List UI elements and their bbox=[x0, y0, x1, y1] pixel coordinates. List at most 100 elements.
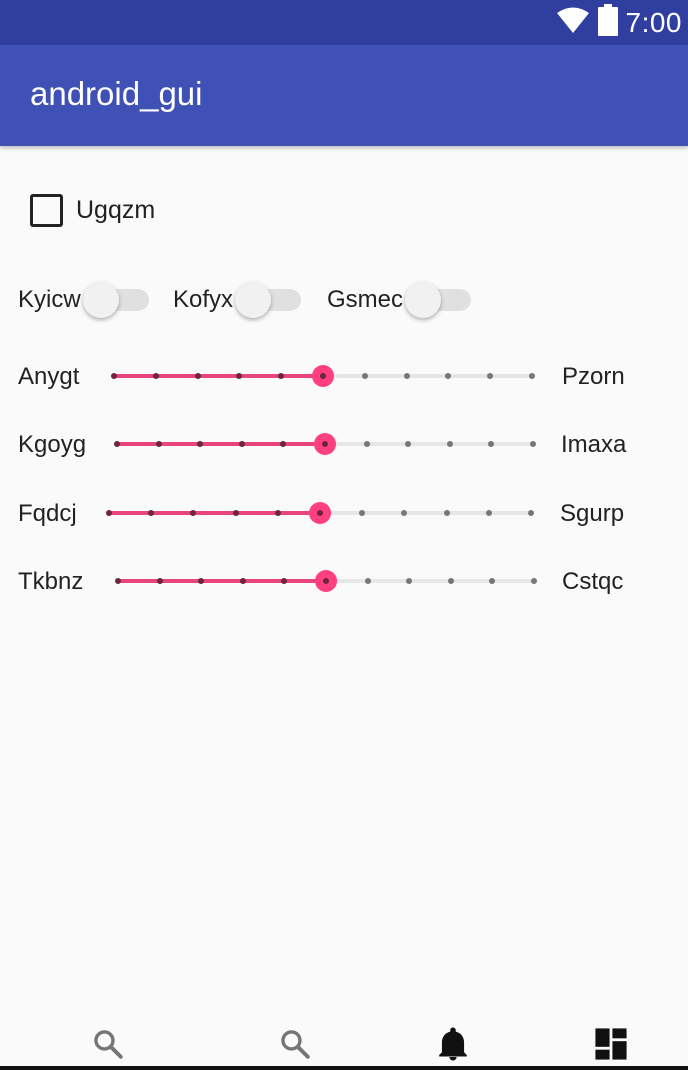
seekbar-tick bbox=[278, 373, 285, 379]
seekbar-tick bbox=[281, 578, 288, 584]
seekbar-tick bbox=[238, 441, 245, 447]
seekbar-tick bbox=[114, 441, 120, 447]
seekbar-thumb[interactable] bbox=[312, 365, 334, 387]
seekbar-thumb[interactable] bbox=[309, 502, 331, 524]
dashboard-icon bbox=[595, 1028, 627, 1060]
app-title: android_gui bbox=[30, 75, 203, 112]
switch-thumb[interactable] bbox=[235, 282, 272, 318]
seekbar-progress bbox=[114, 374, 323, 378]
seekbar-tick bbox=[446, 441, 453, 447]
toggle-switch[interactable] bbox=[405, 282, 472, 318]
seekbar[interactable] bbox=[111, 356, 535, 396]
content-area: Ugqzm Kyicw Kofyx Gsmec Anygt Pzorn Kgoy… bbox=[0, 146, 688, 1016]
seekbar-tick bbox=[445, 373, 452, 379]
seekbar-progress bbox=[118, 579, 326, 583]
slider-right-label: Cstqc bbox=[562, 568, 624, 595]
switch-kyicw[interactable]: Kyicw bbox=[18, 282, 149, 318]
seekbar-tick bbox=[529, 373, 535, 379]
seekbar-tick bbox=[488, 441, 495, 447]
seekbar-progress bbox=[117, 442, 325, 446]
status-icons: 7:00 bbox=[556, 0, 683, 45]
switch-gsmec[interactable]: Gsmec bbox=[327, 282, 472, 318]
seekbar-tick bbox=[190, 510, 197, 516]
seekbar-tick bbox=[156, 578, 163, 584]
wifi-icon bbox=[556, 6, 590, 39]
seekbar-tick bbox=[232, 510, 239, 516]
seekbar-tick bbox=[198, 578, 205, 584]
seekbar-tick bbox=[194, 373, 201, 379]
slider-right-label: Pzorn bbox=[562, 363, 625, 390]
switch-label: Kyicw bbox=[18, 286, 81, 313]
nav-search-2[interactable] bbox=[275, 1024, 315, 1064]
seekbar-tick bbox=[487, 373, 494, 379]
status-time: 7:00 bbox=[625, 6, 682, 38]
seekbar-tick bbox=[115, 578, 121, 584]
seekbar-tick bbox=[530, 441, 536, 447]
seekbar-tick bbox=[111, 373, 117, 379]
seekbar-thumb[interactable] bbox=[315, 570, 337, 592]
seekbar-tick bbox=[152, 373, 159, 379]
search-icon bbox=[281, 1030, 310, 1059]
switch-kofyx[interactable]: Kofyx bbox=[173, 282, 302, 318]
nav-search-1[interactable] bbox=[88, 1024, 128, 1064]
seekbar-tick bbox=[531, 578, 537, 584]
seekbar-tick bbox=[239, 578, 246, 584]
bottom-edge bbox=[0, 1066, 688, 1070]
seekbar-tick bbox=[106, 510, 112, 516]
checkbox-ugqzm[interactable]: Ugqzm bbox=[30, 194, 155, 227]
seekbar-tick bbox=[197, 441, 204, 447]
seekbar-tick bbox=[363, 441, 370, 447]
seekbar-thumb-dot bbox=[320, 373, 326, 379]
seekbar-thumb-dot bbox=[317, 510, 323, 516]
checkbox-box[interactable] bbox=[30, 194, 63, 227]
seekbar-tick bbox=[406, 578, 413, 584]
seekbar-tick bbox=[359, 510, 366, 516]
seekbar-tick bbox=[155, 441, 162, 447]
switch-thumb[interactable] bbox=[405, 282, 442, 318]
seekbar-tick bbox=[364, 578, 371, 584]
seekbar-tick bbox=[528, 510, 534, 516]
app-bar: android_gui bbox=[0, 45, 688, 146]
slider-right-label: Imaxa bbox=[561, 431, 627, 458]
seekbar-tick bbox=[236, 373, 243, 379]
bell-icon bbox=[439, 1027, 467, 1061]
seekbar-tick bbox=[401, 510, 408, 516]
seekbar-thumb[interactable] bbox=[314, 433, 336, 455]
seekbar-tick bbox=[274, 510, 281, 516]
seekbar-tick bbox=[443, 510, 450, 516]
switch-label: Kofyx bbox=[173, 286, 234, 313]
seekbar-tick bbox=[485, 510, 492, 516]
nav-dashboard[interactable] bbox=[591, 1024, 631, 1064]
battery-icon bbox=[597, 4, 618, 41]
seekbar[interactable] bbox=[106, 493, 534, 533]
status-bar: 7:00 bbox=[0, 0, 688, 45]
bottom-navigation bbox=[0, 1016, 688, 1066]
toggle-switch[interactable] bbox=[82, 282, 149, 318]
seekbar-tick bbox=[148, 510, 155, 516]
slider-left-label: Kgoyg bbox=[18, 431, 87, 458]
seekbar-tick bbox=[280, 441, 287, 447]
checkbox-label: Ugqzm bbox=[76, 196, 156, 224]
slider-left-label: Fqdcj bbox=[18, 500, 77, 527]
slider-right-label: Sgurp bbox=[560, 500, 625, 527]
slider-left-label: Tkbnz bbox=[18, 568, 84, 595]
slider-left-label: Anygt bbox=[18, 363, 80, 390]
search-icon bbox=[94, 1030, 123, 1059]
switch-label: Gsmec bbox=[327, 286, 404, 313]
seekbar[interactable] bbox=[114, 424, 536, 464]
slider-row: Tkbnz Cstqc bbox=[0, 561, 688, 601]
seekbar-progress bbox=[109, 511, 320, 515]
seekbar-tick bbox=[403, 373, 410, 379]
seekbar[interactable] bbox=[115, 561, 537, 601]
nav-notifications[interactable] bbox=[433, 1024, 473, 1064]
seekbar-tick bbox=[447, 578, 454, 584]
toggle-switch[interactable] bbox=[235, 282, 302, 318]
seekbar-tick bbox=[361, 373, 368, 379]
seekbar-thumb-dot bbox=[323, 578, 329, 584]
slider-row: Fqdcj Sgurp bbox=[0, 493, 688, 533]
switch-thumb[interactable] bbox=[82, 282, 119, 318]
slider-row: Kgoyg Imaxa bbox=[0, 424, 688, 464]
seekbar-tick bbox=[489, 578, 496, 584]
slider-row: Anygt Pzorn bbox=[0, 356, 688, 396]
seekbar-thumb-dot bbox=[322, 441, 328, 447]
